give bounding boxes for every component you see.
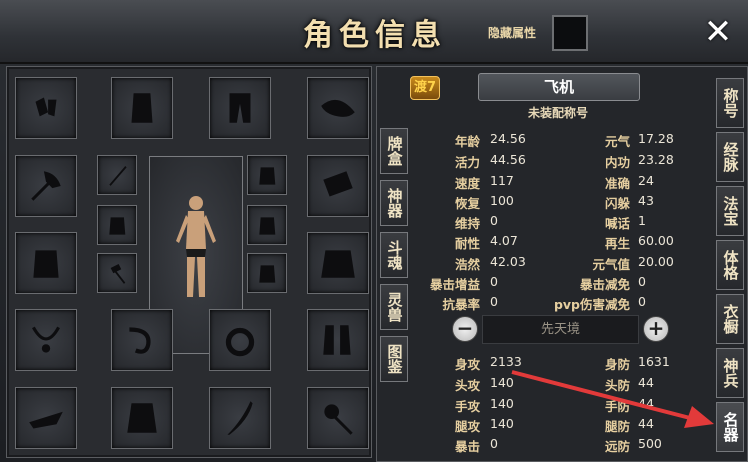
annotation-arrow <box>511 370 714 428</box>
